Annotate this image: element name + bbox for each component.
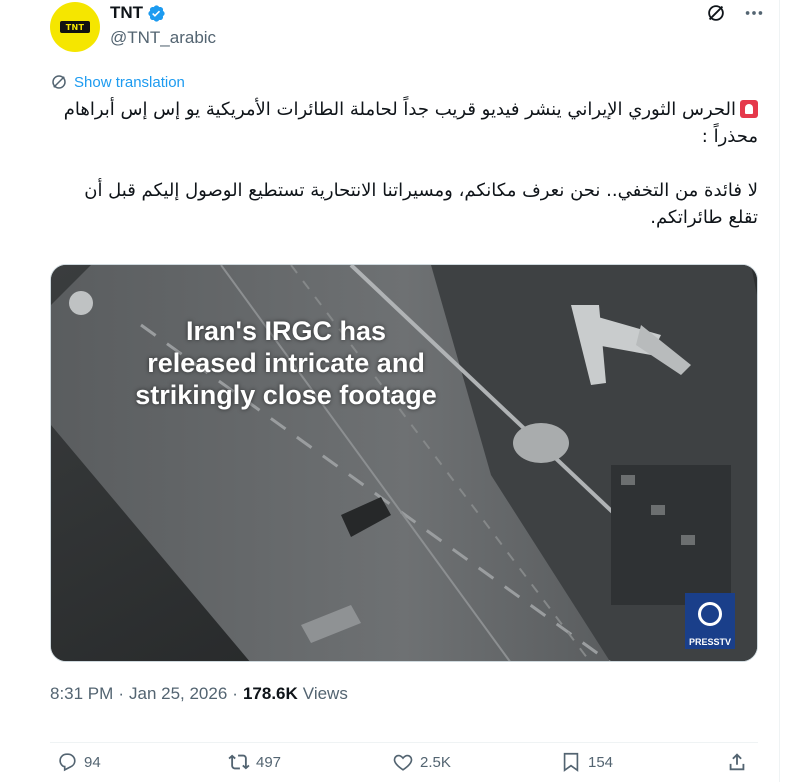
bookmark-button[interactable]: 154 (560, 751, 613, 773)
repost-count: 497 (256, 753, 282, 771)
reply-icon (59, 753, 76, 772)
presstv-label: PRESSTV (685, 635, 735, 649)
action-bar: 94 497 2.5K 154 (50, 742, 758, 780)
tweet-time[interactable]: 8:31 PM (50, 684, 113, 704)
top-icons (705, 2, 765, 24)
meta-separator: · (232, 684, 238, 703)
author-names: TNT @TNT_arabic (110, 2, 216, 48)
bookmark-count: 154 (588, 753, 614, 771)
avatar-logo: TNT (60, 21, 90, 33)
author-handle[interactable]: @TNT_arabic (110, 28, 216, 48)
grok-icon[interactable] (705, 2, 727, 24)
caption-line-3: strikingly close footage (135, 380, 437, 410)
reply-count: 94 (84, 753, 101, 771)
share-button[interactable] (726, 751, 748, 773)
tweet-card: TNT TNT @TNT_arabic Show translation الح… (0, 0, 780, 782)
tweet-text: الحرس الثوري الإيراني ينشر فيديو قريب جد… (50, 96, 758, 231)
tweet-text-line2: لا فائدة من التخفي.. نحن نعرف مكانكم، وم… (78, 180, 758, 228)
avatar[interactable]: TNT (50, 2, 100, 52)
views-count: 178.6K (242, 684, 298, 703)
caption-line-2: released intricate and (147, 348, 425, 378)
display-name-row: TNT (110, 2, 216, 24)
show-translation-label[interactable]: Show translation (74, 74, 185, 91)
like-button[interactable]: 2.5K (392, 751, 451, 773)
video-caption: Iran's IRGC has released intricate and s… (131, 315, 441, 411)
tweet-meta: 8:31 PM · Jan 25, 2026 · 178.6K Views (50, 684, 348, 704)
media-video[interactable]: Iran's IRGC has released intricate and s… (50, 264, 758, 662)
meta-separator: · (118, 684, 124, 703)
share-icon (729, 753, 745, 771)
like-count: 2.5K (420, 753, 451, 771)
avatar-logo-text: TNT (65, 22, 85, 32)
bookmark-icon (563, 752, 579, 772)
siren-emoji-icon (740, 100, 758, 118)
show-translation-link[interactable]: Show translation (50, 73, 185, 91)
repost-icon (228, 754, 250, 770)
views-label: Views (302, 684, 348, 703)
tweet-date[interactable]: Jan 25, 2026 (129, 684, 227, 704)
repost-button[interactable]: 497 (228, 751, 281, 773)
presstv-watermark: PRESSTV (685, 593, 735, 649)
display-name[interactable]: TNT (110, 3, 143, 23)
presstv-globe-icon (685, 593, 735, 635)
caption-line-1: Iran's IRGC has (186, 316, 386, 346)
verified-badge-icon (147, 4, 166, 23)
tweet-text-line1: الحرس الثوري الإيراني ينشر فيديو قريب جد… (57, 99, 758, 147)
reply-button[interactable]: 94 (56, 751, 101, 773)
more-options-icon[interactable] (743, 2, 765, 24)
translate-icon (52, 75, 66, 89)
heart-icon (393, 754, 413, 771)
